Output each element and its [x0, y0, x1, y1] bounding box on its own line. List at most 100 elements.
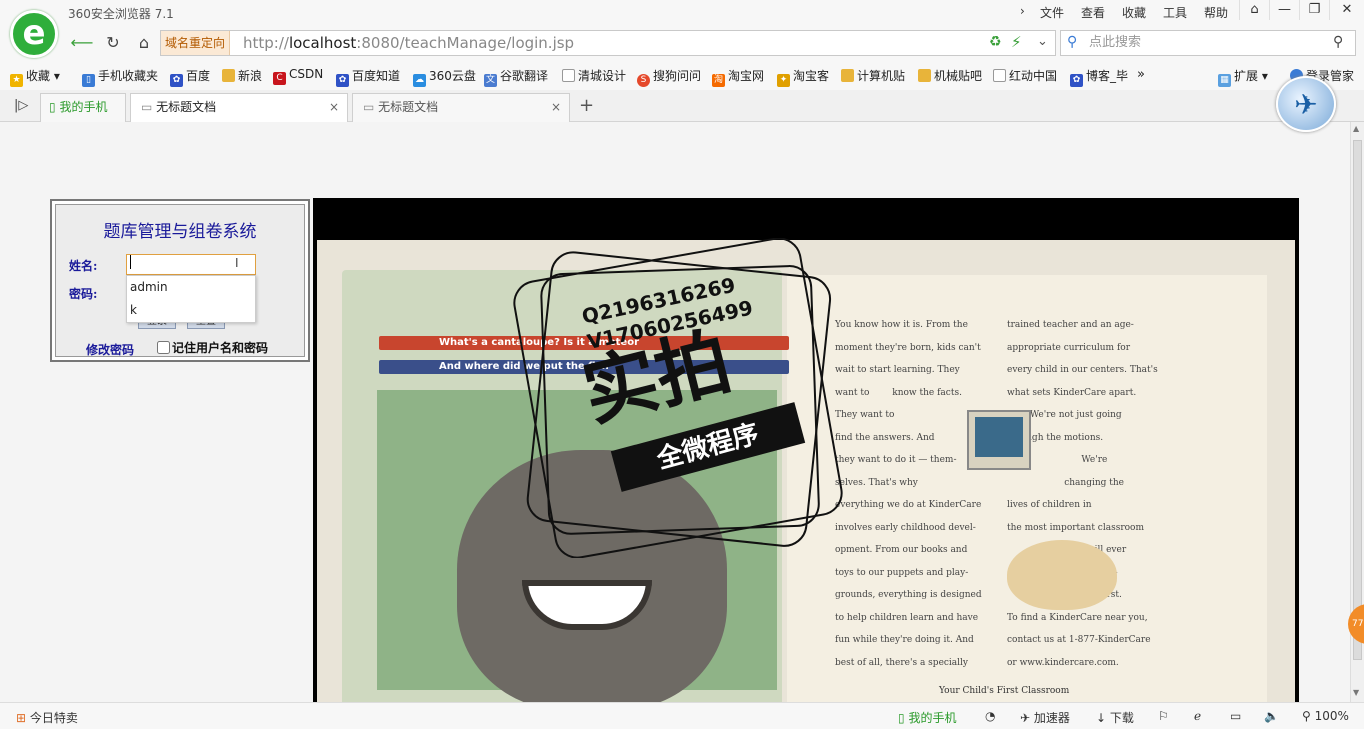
sogou-icon: S — [637, 74, 650, 87]
more-bookmarks-icon[interactable]: » — [1137, 67, 1145, 82]
page-icon — [993, 69, 1006, 82]
tab-untitled-2[interactable]: ▭ 无标题文档 × — [352, 93, 570, 122]
bookmark-taobaoke[interactable]: ✦ 淘宝客 — [777, 67, 829, 87]
ad-footer: Your Child's First Classroom — [939, 686, 1070, 696]
back-arrow-icon[interactable]: ⟵ — [70, 32, 94, 54]
autocomplete-item[interactable]: k — [127, 299, 255, 322]
phone-icon: ▯ — [898, 711, 905, 725]
bookmark-360-cloud[interactable]: ☁ 360云盘 — [413, 67, 476, 87]
bookmark-blog[interactable]: ✿ 博客_毕 — [1070, 67, 1128, 87]
remember-checkbox-input[interactable] — [157, 341, 170, 354]
skin-icon[interactable]: ⌂ — [1239, 0, 1269, 20]
scroll-up-icon[interactable]: ▲ — [1353, 124, 1359, 133]
my-phone-button[interactable]: ▯ 我的手机 — [898, 709, 956, 726]
search-placeholder[interactable]: 点此搜索 — [1089, 31, 1141, 55]
folder-icon — [918, 69, 931, 82]
volume-icon[interactable]: 🔈 — [1264, 709, 1279, 723]
star-icon: ★ — [10, 74, 23, 87]
chevron-right-icon[interactable]: › — [1020, 4, 1025, 18]
daily-deals-button[interactable]: ⊞ 今日特卖 — [16, 709, 78, 726]
folder-icon — [222, 69, 235, 82]
url-text[interactable]: http://localhost:8080/teachManage/login.… — [243, 31, 574, 55]
taobao-icon: 淘 — [712, 74, 725, 87]
ie-mode-icon[interactable]: ℯ — [1194, 709, 1201, 723]
bookmark-qingcheng[interactable]: 清城设计 — [562, 67, 626, 84]
gift-icon: ⊞ — [16, 711, 27, 725]
home-icon[interactable]: ⌂ — [132, 32, 156, 54]
speed-icon[interactable]: ◔ — [985, 709, 995, 723]
extensions-button[interactable]: ▦ 扩展 ▾ — [1218, 67, 1268, 87]
banner-photo: What's a cantaloupe? Is it a meteor And … — [313, 198, 1299, 702]
scroll-thumb[interactable] — [1353, 140, 1362, 660]
close-tab-icon[interactable]: × — [329, 94, 339, 121]
baidu-paw-icon: ✿ — [336, 74, 349, 87]
bookmarks-bar: ★ 收藏 ▾ ▯ 手机收藏夹 ✿ 百度 新浪 C CSDN ✿ 百度知道 ☁ 360云盘 文… — [0, 60, 1364, 90]
autocomplete-list: admin k — [126, 275, 256, 323]
zoom-icon: ⚲ — [1302, 709, 1311, 723]
bookmark-csdn[interactable]: C CSDN — [273, 67, 323, 85]
bookmark-favorites[interactable]: ★ 收藏 ▾ — [10, 67, 60, 87]
assistant-bird-icon[interactable]: ✈ — [1276, 76, 1336, 132]
tab-my-phone[interactable]: ▯ 我的手机 — [40, 93, 126, 122]
page-content: 题库管理与组卷系统 姓名: 密码: I admin k 登录 重置 修改密码 记… — [0, 122, 1350, 702]
search-icon[interactable]: ⚲ — [1333, 34, 1343, 50]
flag-icon[interactable]: ⚐ — [1158, 709, 1169, 723]
login-title: 题库管理与组卷系统 — [103, 222, 257, 242]
page-icon: ▭ — [363, 100, 375, 114]
bookmark-hongdong[interactable]: 红动中国 — [993, 67, 1057, 84]
close-tab-icon[interactable]: × — [551, 94, 561, 121]
remember-checkbox[interactable]: 记住用户名和密码 — [157, 339, 268, 356]
zoom-control[interactable]: ⚲ 100% — [1302, 709, 1349, 723]
bookmark-mobile[interactable]: ▯ 手机收藏夹 — [82, 67, 158, 87]
address-bar[interactable]: 域名重定向 http://localhost:8080/teachManage/… — [160, 30, 1056, 56]
dropdown-chevron-icon[interactable]: ⌄ — [1037, 34, 1048, 49]
bookmark-sina[interactable]: 新浪 — [222, 67, 262, 84]
minimize-button[interactable]: — — [1269, 0, 1299, 20]
bookmark-taobao[interactable]: 淘淘宝网 — [712, 67, 764, 87]
nav-bar: ⟵ ↻ ⌂ 域名重定向 http://localhost:8080/teachM… — [0, 26, 1364, 60]
lightning-icon[interactable]: ⚡ — [1011, 33, 1022, 51]
new-tab-icon[interactable]: + — [579, 95, 594, 116]
close-button[interactable]: ✕ — [1329, 0, 1364, 20]
bookmark-sogou[interactable]: S 搜狗问问 — [637, 67, 701, 87]
cloud-icon: ☁ — [413, 74, 426, 87]
app-title: 360安全浏览器 7.1 — [68, 7, 174, 21]
computer-monitor — [967, 410, 1031, 470]
baidu-paw-icon: ✿ — [170, 74, 183, 87]
menu-tools[interactable]: 工具 — [1163, 4, 1187, 21]
search-box[interactable]: ⚲ 点此搜索 ⚲ — [1060, 30, 1356, 56]
accelerator-button[interactable]: ✈ 加速器 — [1020, 709, 1070, 726]
autocomplete-item[interactable]: admin — [127, 276, 255, 299]
menu-favorites[interactable]: 收藏 — [1122, 4, 1146, 21]
change-password-link[interactable]: 修改密码 — [86, 341, 134, 358]
search-engine-icon[interactable]: ⚲ — [1067, 34, 1077, 50]
menu-help[interactable]: 帮助 — [1204, 4, 1228, 21]
bookmark-google-translate[interactable]: 文谷歌翻译 — [484, 67, 548, 87]
sidebar-toggle-icon[interactable]: |▷ — [14, 98, 28, 113]
bookmark-baidu-zhidao[interactable]: ✿ 百度知道 — [336, 67, 400, 87]
scroll-down-icon[interactable]: ▼ — [1353, 688, 1359, 697]
bookmark-machinery[interactable]: 机械贴吧 — [918, 67, 982, 84]
name-label: 姓名: — [69, 259, 98, 273]
browser-logo-icon: e — [10, 10, 58, 58]
menu-view[interactable]: 查看 — [1081, 4, 1105, 21]
maximize-button[interactable]: ❐ — [1299, 0, 1329, 20]
download-icon: ↓ — [1096, 711, 1107, 725]
bird-icon: ✦ — [777, 74, 790, 87]
menu-file[interactable]: 文件 — [1040, 4, 1064, 21]
window-icon[interactable]: ▭ — [1230, 709, 1241, 723]
grid-icon: ▦ — [1218, 74, 1231, 87]
download-button[interactable]: ↓ 下载 — [1096, 709, 1134, 726]
page-icon: ▭ — [141, 100, 153, 114]
tab-untitled-1[interactable]: ▭ 无标题文档 × — [130, 93, 348, 122]
redirect-badge[interactable]: 域名重定向 — [161, 31, 231, 55]
refresh-icon[interactable]: ↻ — [101, 32, 125, 54]
folder-icon — [841, 69, 854, 82]
password-label: 密码: — [69, 287, 98, 301]
bookmark-baidu[interactable]: ✿ 百度 — [170, 67, 210, 87]
name-input[interactable]: I — [126, 254, 256, 275]
bookmark-computer[interactable]: 计算机贴 — [841, 67, 905, 84]
title-bar: 360安全浏览器 7.1 › 文件 查看 收藏 工具 帮助 ⌂ — ❐ ✕ — [0, 0, 1364, 26]
login-panel: 题库管理与组卷系统 姓名: 密码: I admin k 登录 重置 修改密码 记… — [50, 199, 310, 362]
recycle-icon[interactable]: ♻ — [989, 34, 1002, 50]
